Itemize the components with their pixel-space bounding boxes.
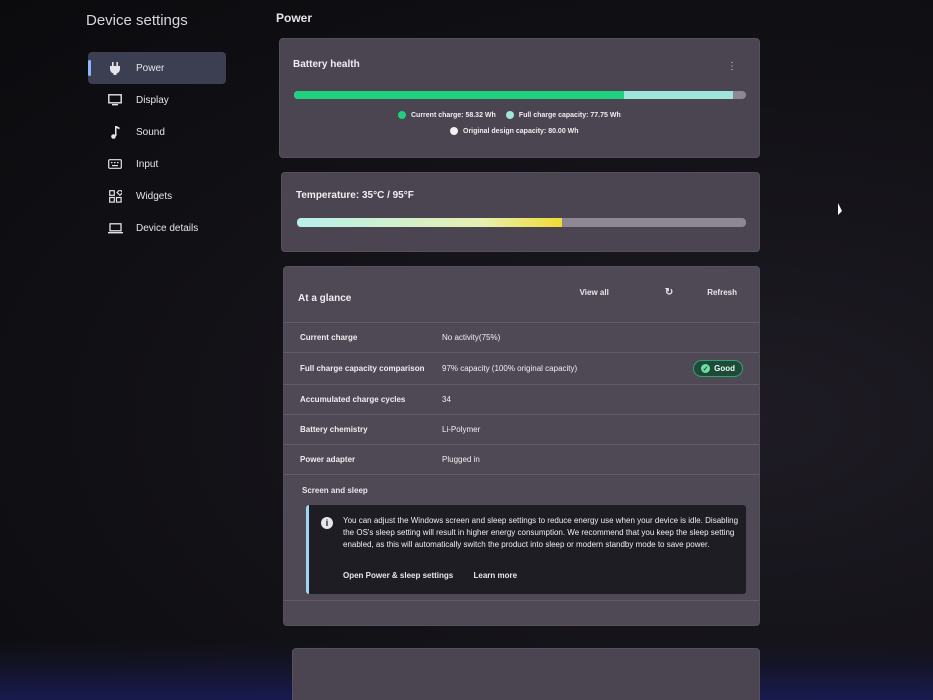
sleep-info-bar: i You can adjust the Windows screen and …: [306, 505, 746, 594]
legend-dot-icon: [505, 111, 514, 119]
row-value: No activity(75%): [442, 333, 501, 342]
row-divider: [284, 474, 759, 475]
sidebar-item-label: Power: [136, 62, 165, 74]
screen-sleep-title: Screen and sleep: [302, 486, 368, 495]
sidebar-item-power[interactable]: Power: [88, 52, 226, 84]
refresh-icon: ↻: [664, 287, 674, 298]
legend-label: Current charge: 58.32 Wh: [411, 111, 496, 119]
check-icon: ✓: [701, 364, 711, 373]
row-value: 34: [442, 395, 451, 404]
laptop-icon: [106, 221, 124, 235]
widgets-icon: [106, 189, 124, 203]
temperature-title: Temperature: 35°C / 95°F: [296, 190, 414, 201]
sidebar-item-input[interactable]: Input: [88, 148, 226, 180]
sidebar-item-label: Device details: [136, 222, 199, 234]
more-options-icon[interactable]: ⋮: [727, 61, 737, 72]
mouse-cursor-icon: [838, 203, 846, 215]
refresh-button[interactable]: ↻ Refresh: [637, 287, 737, 298]
battery-legend: Current charge: 58.32 Wh Full charge cap…: [398, 111, 631, 119]
row-power-adapter: Power adapter Plugged in: [284, 444, 759, 474]
temperature-fill: [297, 218, 562, 227]
row-value: 97% capacity (100% original capacity): [442, 364, 578, 373]
at-a-glance-title: At a glance: [298, 293, 352, 304]
at-a-glance-card: At a glance View all ↻ Refresh Current c…: [283, 266, 760, 626]
row-charge-cycles: Accumulated charge cycles 34: [284, 384, 759, 414]
sidebar-nav: Power Display Sound Input Widgets Device…: [88, 52, 226, 244]
sidebar-item-widgets[interactable]: Widgets: [88, 180, 226, 212]
sidebar-item-label: Display: [136, 94, 169, 106]
sidebar-item-label: Sound: [136, 126, 165, 138]
learn-more-link[interactable]: Learn more: [473, 571, 517, 580]
sidebar-item-display[interactable]: Display: [88, 84, 226, 116]
info-icon: i: [321, 517, 333, 529]
sidebar-item-device-details[interactable]: Device details: [88, 212, 226, 244]
row-label: Current charge: [300, 333, 358, 342]
music-note-icon: [106, 125, 124, 139]
sidebar-item-sound[interactable]: Sound: [88, 116, 226, 148]
legend-design-capacity: Original design capacity: 80.00 Wh: [450, 127, 579, 135]
row-label: Accumulated charge cycles: [300, 395, 406, 404]
plug-icon: [106, 61, 124, 75]
legend-dot-icon: [398, 111, 406, 119]
card-divider: [284, 600, 759, 601]
info-links: Open Power & sleep settings Learn more: [343, 571, 535, 580]
sleep-info-text: You can adjust the Windows screen and sl…: [343, 516, 739, 549]
page-title: Power: [276, 11, 313, 25]
keyboard-icon: [106, 157, 124, 171]
refresh-label: Refresh: [707, 288, 737, 297]
temperature-card: Temperature: 35°C / 95°F: [281, 172, 760, 252]
legend-label: Full charge capacity: 77.75 Wh: [518, 111, 621, 119]
row-full-charge-comparison: Full charge capacity comparison 97% capa…: [284, 352, 759, 384]
legend-current-charge: Current charge: 58.32 Wh: [398, 111, 496, 119]
row-value: Plugged in: [442, 455, 480, 464]
battery-capacity-bar: [294, 91, 746, 99]
row-label: Power adapter: [300, 455, 356, 464]
battery-health-title: Battery health: [293, 59, 360, 70]
legend-label: Original design capacity: 80.00 Wh: [463, 127, 579, 135]
monitor-icon: [106, 93, 124, 107]
temperature-bar: [297, 218, 746, 227]
row-battery-chemistry: Battery chemistry Li-Polymer: [284, 414, 759, 444]
row-current-charge: Current charge No activity(75%): [284, 322, 759, 352]
sidebar-item-label: Widgets: [136, 190, 173, 202]
view-all-button[interactable]: View all: [580, 288, 609, 297]
legend-dot-icon: [450, 127, 458, 135]
open-power-sleep-settings-link[interactable]: Open Power & sleep settings: [343, 571, 453, 580]
badge-label: Good: [714, 364, 735, 373]
current-charge-segment: [294, 91, 624, 99]
battery-health-card: Battery health ⋮ Current charge: 58.32 W…: [279, 38, 760, 158]
app-title: Device settings: [86, 12, 188, 29]
battery-legend-second-row: Original design capacity: 80.00 Wh: [450, 127, 589, 135]
sidebar-item-label: Input: [136, 158, 159, 170]
row-value: Li-Polymer: [442, 425, 481, 434]
legend-full-capacity: Full charge capacity: 77.75 Wh: [505, 111, 621, 119]
row-label: Battery chemistry: [300, 425, 368, 434]
next-card-partial: [292, 648, 760, 700]
glance-actions: View all ↻ Refresh: [552, 287, 737, 298]
status-badge: ✓ Good: [693, 360, 743, 377]
row-label: Full charge capacity comparison: [300, 364, 425, 373]
